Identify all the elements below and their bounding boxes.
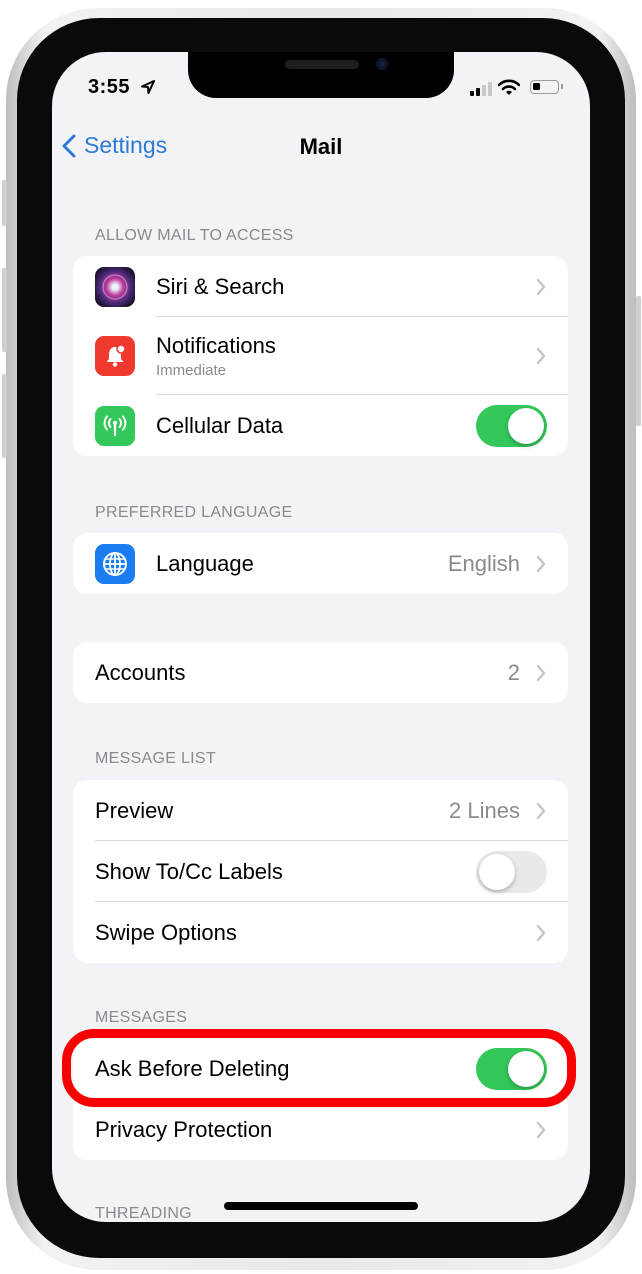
swipe-options-row[interactable]: Swipe Options <box>73 902 568 963</box>
privacy-protection-row[interactable]: Privacy Protection <box>73 1099 568 1160</box>
ask-before-deleting-row: Ask Before Deleting <box>73 1038 568 1099</box>
siri-icon <box>95 266 135 307</box>
home-indicator[interactable] <box>224 1202 418 1210</box>
mute-switch <box>2 180 7 226</box>
power-button <box>636 296 641 426</box>
toggle-knob <box>479 853 515 890</box>
accounts-row[interactable]: Accounts 2 <box>73 642 568 703</box>
accounts-group: Accounts 2 <box>73 642 568 703</box>
toggle-knob <box>508 407 544 444</box>
chevron-right-icon <box>536 278 546 295</box>
wifi-icon <box>498 79 520 95</box>
section-header-messages: Messages <box>95 1009 188 1026</box>
show-tocc-labels-toggle[interactable] <box>476 850 547 893</box>
navigation-bar: Settings Mail <box>52 130 590 170</box>
language-row[interactable]: Language English <box>73 533 568 594</box>
accounts-count: 2 <box>507 659 520 685</box>
ask-before-deleting-label: Ask Before Deleting <box>95 1055 290 1081</box>
volume-down-button <box>2 374 7 458</box>
show-tocc-labels-row: Show To/Cc Labels <box>73 841 568 902</box>
chevron-right-icon <box>536 664 546 681</box>
cellular-data-label: Cellular Data <box>156 412 284 438</box>
section-header-message-list: Message List <box>95 750 216 767</box>
preview-label: Preview <box>95 797 174 823</box>
chevron-right-icon <box>536 924 546 941</box>
antenna-icon <box>95 405 135 446</box>
section-header-language: Preferred Language <box>95 504 293 521</box>
accounts-label: Accounts <box>95 659 186 685</box>
globe-icon <box>95 543 135 584</box>
toggle-knob <box>508 1050 544 1087</box>
language-label: Language <box>156 550 254 576</box>
notifications-sublabel: Immediate <box>156 362 227 379</box>
earpiece-speaker <box>285 60 359 69</box>
preview-row[interactable]: Preview 2 Lines <box>73 780 568 841</box>
language-value: English <box>447 550 520 576</box>
front-camera <box>376 58 388 70</box>
chevron-right-icon <box>536 802 546 819</box>
battery-icon <box>530 80 563 94</box>
chevron-right-icon <box>536 555 546 572</box>
show-tocc-labels-label: Show To/Cc Labels <box>95 858 283 884</box>
chevron-right-icon <box>536 1121 546 1138</box>
section-header-threading: Threading <box>95 1205 192 1222</box>
swipe-options-label: Swipe Options <box>95 919 237 945</box>
notifications-label: Notifications <box>156 333 276 358</box>
privacy-protection-label: Privacy Protection <box>95 1116 273 1142</box>
ask-before-deleting-toggle[interactable] <box>476 1047 547 1090</box>
allow-access-group: Siri & Search Notifications Immediate Ce… <box>73 256 568 456</box>
screen: 3:55 Settings Mail Allow Mail to Access … <box>52 52 590 1222</box>
cellular-data-row: Cellular Data <box>73 395 568 456</box>
section-header-allow-access: Allow Mail to Access <box>95 227 294 244</box>
cellular-signal-icon <box>470 82 492 96</box>
language-group: Language English <box>73 533 568 594</box>
page-title: Mail <box>299 134 343 159</box>
cellular-data-toggle[interactable] <box>476 404 547 447</box>
chevron-right-icon <box>536 347 546 365</box>
siri-search-label: Siri & Search <box>156 273 285 299</box>
messages-group: Ask Before Deleting Privacy Protection <box>73 1038 568 1160</box>
location-arrow-icon <box>141 80 155 94</box>
status-time: 3:55 <box>88 76 131 98</box>
volume-up-button <box>2 268 7 352</box>
message-list-group: Preview 2 Lines Show To/Cc Labels Swipe … <box>73 780 568 963</box>
bell-icon <box>95 336 135 376</box>
preview-value: 2 Lines <box>449 797 520 823</box>
notch <box>188 52 454 98</box>
notifications-row[interactable]: Notifications Immediate <box>73 317 568 395</box>
siri-search-row[interactable]: Siri & Search <box>73 256 568 317</box>
